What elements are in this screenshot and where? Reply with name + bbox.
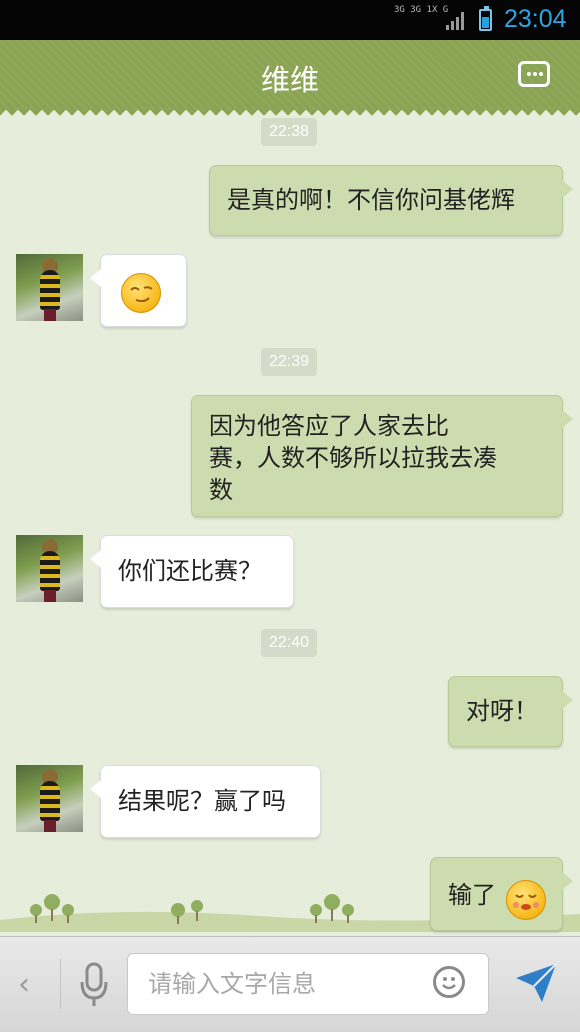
message-text: 你们还比赛？ [118, 557, 262, 585]
timestamp: 22:39 [261, 348, 318, 376]
signal-bars-icon [446, 12, 468, 30]
message-text: 结果呢？赢了吗 [118, 787, 286, 815]
message-text-line: 因为他答应了人家去比 [209, 412, 449, 440]
incoming-message[interactable]: 你们还比赛？ [90, 535, 294, 608]
avatar[interactable] [16, 765, 83, 832]
divider [60, 959, 61, 1009]
network-indicator: 3G 3G 1X G [394, 5, 449, 15]
message-text: 对呀！ [466, 697, 538, 725]
incoming-message[interactable] [90, 254, 187, 327]
input-bar: ‹ 请输入文字信息 [0, 936, 580, 1032]
battery-icon [479, 6, 492, 31]
timestamp: 22:38 [261, 118, 318, 146]
send-icon[interactable] [514, 962, 558, 1004]
outgoing-message[interactable]: 是真的啊！不信你问基佬辉 [209, 165, 573, 236]
status-time: 23:04 [504, 5, 567, 33]
outgoing-message[interactable]: 因为他答应了人家去比 赛，人数不够所以拉我去凑 数 [191, 395, 573, 517]
chat-header: 维维 [0, 40, 580, 116]
message-text-line: 赛，人数不够所以拉我去凑 [209, 444, 497, 472]
embarrassed-emoji [506, 880, 546, 920]
outgoing-message[interactable]: 输了 [430, 857, 573, 931]
avatar[interactable] [16, 535, 83, 602]
message-text: 输了 [448, 881, 496, 909]
message-text: 是真的啊！不信你问基佬辉 [227, 186, 515, 214]
outgoing-message[interactable]: 对呀！ [448, 676, 573, 747]
chevron-left-icon[interactable]: ‹ [18, 967, 30, 1002]
message-text-line: 数 [209, 476, 233, 504]
contact-name: 维维 [260, 63, 319, 97]
smiley-icon[interactable] [433, 966, 465, 998]
microphone-icon[interactable] [79, 962, 109, 1008]
incoming-message[interactable]: 结果呢？赢了吗 [90, 765, 321, 838]
avatar[interactable] [16, 254, 83, 321]
more-dots-icon[interactable] [518, 61, 550, 87]
status-bar: 3G 3G 1X G 23:04 [0, 0, 580, 40]
timestamp: 22:40 [261, 629, 318, 657]
sly-smile-emoji [121, 273, 161, 313]
